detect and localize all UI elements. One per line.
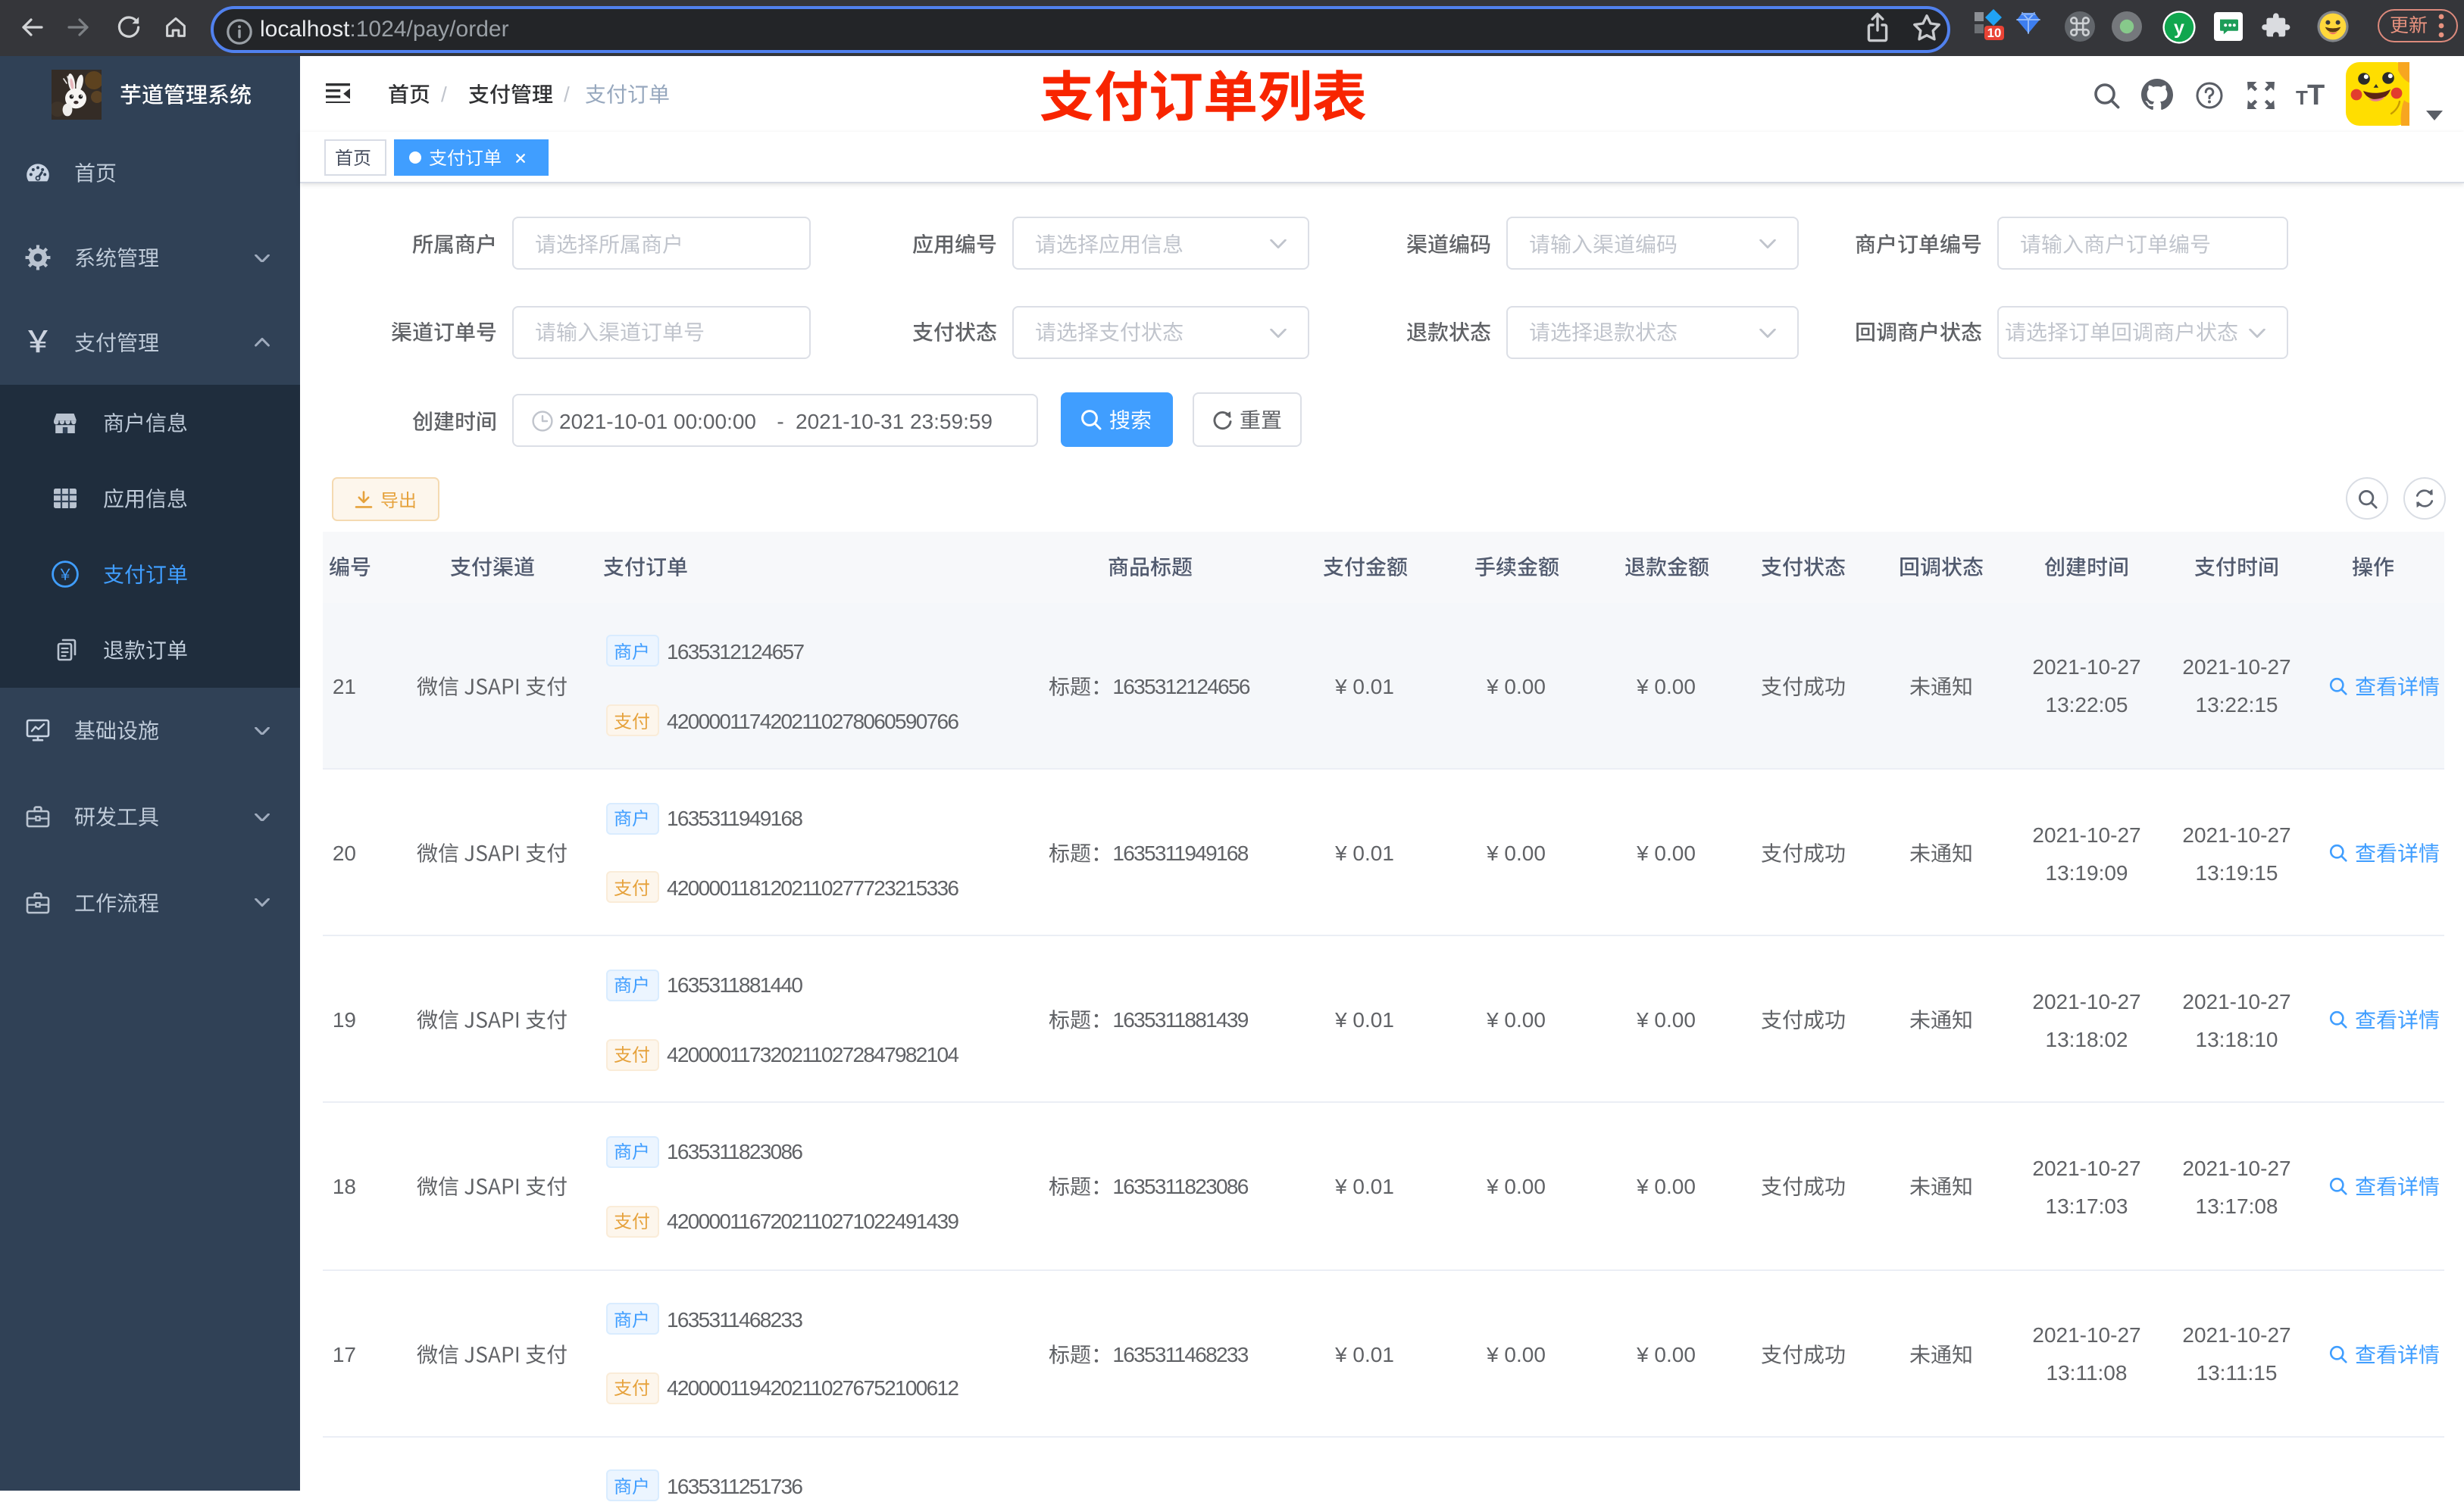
- svg-text:T: T: [2307, 80, 2325, 110]
- svg-text:10: 10: [1987, 25, 2002, 39]
- svg-text:y: y: [2174, 17, 2184, 38]
- svg-text:T: T: [2296, 86, 2308, 108]
